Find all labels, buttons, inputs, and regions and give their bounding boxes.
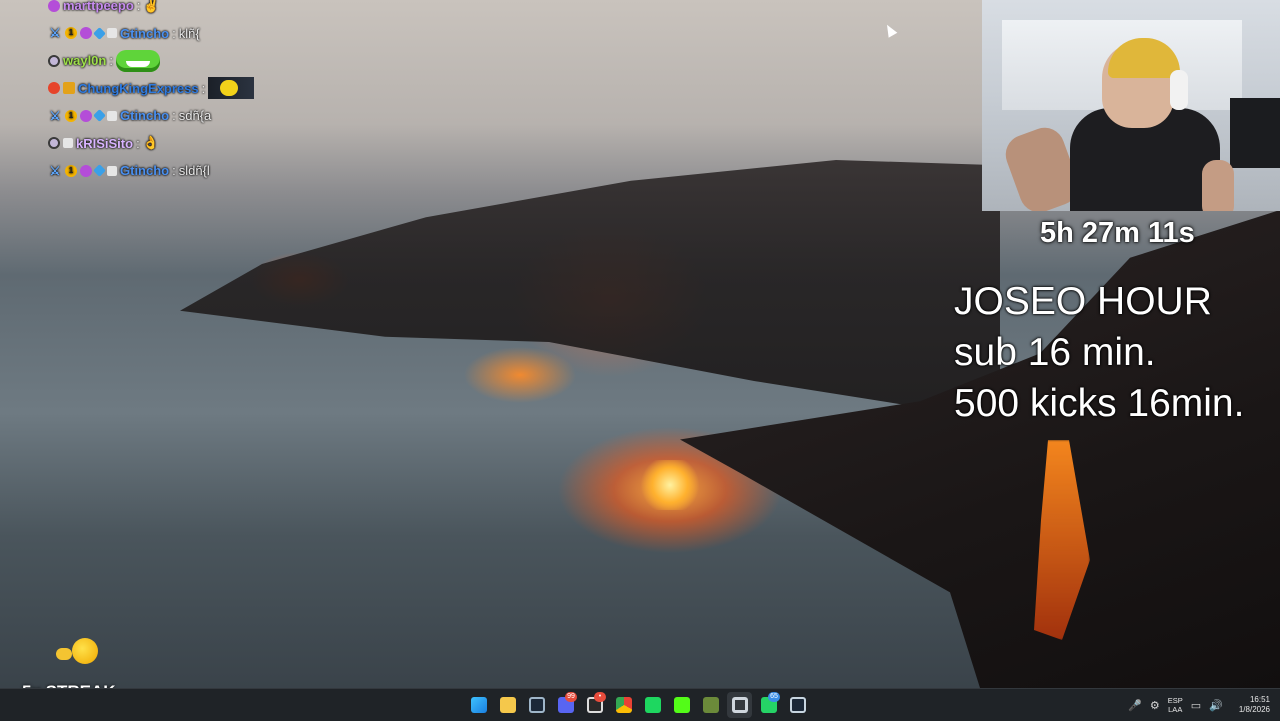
chat-message: sldñ{l [178,163,210,179]
sword-badge-icon: ⚔ [49,163,61,178]
webcam-feed [982,0,1280,211]
clock-date: 1/8/2026 [1238,705,1270,714]
cube-badge-icon [93,109,106,123]
sub-badge-icon [80,109,92,122]
stream-goals: JOSEO HOUR sub 16 min. 500 kicks 16min. [954,276,1280,429]
chat-username: kRISiSito [76,135,134,151]
chat-line: marttpeepo: ✌ [48,0,348,20]
volume-icon[interactable]: 🔊 [1209,699,1223,712]
chat-overlay: marttpeepo: ✌ ⚔ 1 Gtincho: klñ{ wayl0n: … [48,0,348,185]
network-icon[interactable]: ▭ [1191,699,1201,712]
webcam-headset [1170,70,1188,110]
taskbar-whatsapp[interactable]: 65 [756,692,781,718]
taskbar-spotify[interactable] [640,692,665,718]
taskbar-steam-2[interactable] [785,692,810,718]
dot-badge-icon [48,54,60,67]
system-tray: 🎤 ⚙ ESP LAA ▭ 🔊 16:51 1/8/2026 [1128,692,1270,718]
square-badge-icon [63,82,75,95]
dot-badge-icon [48,137,60,150]
cube-badge-icon [93,164,106,178]
steam-icon [528,697,545,713]
sword-badge-icon: ⚔ [49,108,61,123]
steam-2-icon [789,697,806,713]
file-explorer-icon [499,697,516,713]
taskbar-steam[interactable] [524,692,549,718]
emote-icon [208,77,255,100]
kick-icon [673,697,690,713]
chat-username: Gtincho [120,163,170,179]
chat-line: kRISiSito: 👌 [48,130,348,158]
sub-badge-icon [48,0,60,12]
chat-username: Gtincho [120,108,170,124]
start-button[interactable] [466,692,491,718]
stream-timer: 5h 27m 11s [1040,217,1195,249]
shield-badge-icon [107,165,117,176]
emote-icon: 👌 [142,135,159,151]
webcam-background-monitor [1230,98,1280,168]
chat-line: ⚔ 1 Gtincho: sdñ{a [49,108,212,124]
chat-username: Gtincho [120,25,170,41]
cube-badge-icon [93,26,106,40]
shield-badge-icon [63,138,73,149]
one-badge-icon: 1 [65,164,77,177]
one-badge-icon: 1 [65,27,77,40]
wallpaper-cliff [180,160,1000,420]
taskbar-apps: 99 • 65 [466,692,810,718]
wallpaper-lava-glow [640,460,700,510]
notification-badge: • [594,692,606,702]
taskbar-discord[interactable]: 99 [553,692,578,718]
goal-line: 500 kicks 16min. [954,382,1245,425]
settings-icon[interactable]: ⚙ [1150,699,1160,712]
emote-icon: ✌ [143,0,160,13]
streak-emoji-icon [56,638,100,668]
shield-badge-icon [107,28,117,39]
notification-badge: 65 [768,692,780,702]
language-indicator[interactable]: ESP LAA [1168,696,1183,714]
emote-icon [115,49,160,72]
sub-badge-icon [80,164,92,177]
chat-line: ChungKingExpress: [48,75,348,103]
chat-message: klñ{ [178,25,200,41]
taskbar-file-explorer[interactable] [495,692,520,718]
taskbar-c-app[interactable] [727,692,752,718]
goal-line: sub 16 min. [954,331,1156,374]
sub-badge-icon [80,27,92,40]
c-app-icon [732,697,748,713]
taskbar-kick[interactable] [669,692,694,718]
taskbar: 99 • 65 🎤 ⚙ ESP LAA ▭ 🔊 16:51 1/8/2026 [0,688,1280,721]
one-badge-icon: 1 [65,109,77,122]
webcam-person-arm-right [1202,160,1234,211]
chat-line: ⚔ 1 Gtincho: sldñ{l [49,163,210,179]
sword-badge-icon: ⚔ [49,26,61,41]
goal-title: JOSEO HOUR [954,280,1212,323]
chat-username: marttpeepo [63,0,134,14]
clock-time: 16:51 [1249,695,1270,704]
chrome-icon [615,697,632,713]
taskbar-obs[interactable]: • [582,692,607,718]
taskbar-chrome[interactable] [611,692,636,718]
shield-badge-icon [107,110,117,121]
red-badge-icon [48,82,60,95]
microphone-icon[interactable]: 🎤 [1128,699,1142,712]
chat-line: ⚔ 1 Gtincho: klñ{ [49,25,200,41]
chat-username: ChungKingExpress [78,80,199,96]
app-icon [702,697,719,713]
chat-username: wayl0n [63,53,107,69]
chat-message: sdñ{a [178,108,212,124]
chat-line: wayl0n: [48,47,348,75]
start-icon [470,697,487,713]
notification-badge: 99 [565,692,577,702]
taskbar-app[interactable] [698,692,723,718]
clock[interactable]: 16:51 1/8/2026 [1239,695,1270,715]
spotify-icon [644,697,661,713]
